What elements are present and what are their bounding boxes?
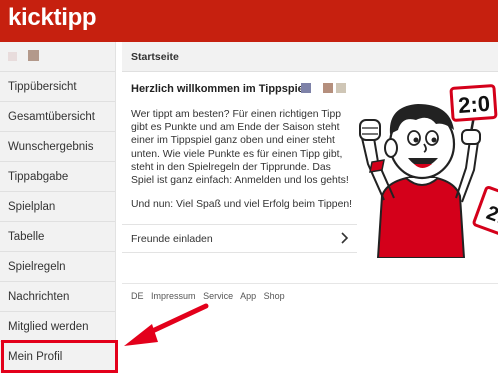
sidebar-item-gesamtuebersicht[interactable]: Gesamtübersicht: [0, 102, 115, 132]
chevron-right-icon: [341, 232, 349, 244]
sidebar-item-tippuebersicht[interactable]: Tippübersicht: [0, 72, 115, 102]
color-swatch-brown: [323, 83, 333, 93]
sidebar-item-nachrichten[interactable]: Nachrichten: [0, 282, 115, 312]
color-swatch-blue: [301, 83, 311, 93]
invite-friends-label: Freunde einladen: [131, 233, 213, 245]
welcome-heading: Herzlich willkommen im Tippspiel: [131, 83, 307, 95]
app-header: kicktipp: [0, 0, 498, 42]
color-swatch: [8, 52, 17, 61]
sidebar: Tippübersicht Gesamtübersicht Wunscherge…: [0, 42, 116, 373]
intro-line: Spiel ist ganz einfach: Anmelden und los…: [131, 175, 349, 187]
footer-link-app[interactable]: App: [240, 291, 256, 301]
sidebar-item-wunschergebnis[interactable]: Wunschergebnis: [0, 132, 115, 162]
page-title-bar: Startseite: [122, 42, 498, 72]
sidebar-item-spielregeln[interactable]: Spielregeln: [0, 252, 115, 282]
intro-line: steht in den Spielregeln der Tipprunde. …: [131, 161, 331, 173]
cheering-fan-illustration: 2:0 2:: [359, 84, 498, 258]
footer-divider: [122, 283, 498, 284]
intro-line: unten. Wie viele Punkte es für einen Tip…: [131, 148, 343, 160]
kicktipp-logo[interactable]: kicktipp: [8, 4, 97, 32]
footer-link-shop[interactable]: Shop: [264, 291, 285, 301]
intro-line: Wer tippt am besten? Für einen richtigen…: [131, 109, 342, 120]
intro-line: einer im Tippspiel ganz oben und einer s…: [131, 135, 335, 147]
intro-line: gibt es Punkte und am Ende der Saison st…: [131, 122, 340, 134]
avatar[interactable]: [28, 50, 39, 61]
page-title: Startseite: [131, 51, 179, 63]
invite-friends-row[interactable]: Freunde einladen: [122, 224, 357, 253]
sidebar-item-tippabgabe[interactable]: Tippabgabe: [0, 162, 115, 192]
sidebar-item-mitglied-werden[interactable]: Mitglied werden: [0, 312, 115, 342]
pointer-arrow: [124, 303, 209, 346]
sidebar-item-tabelle[interactable]: Tabelle: [0, 222, 115, 252]
intro-text: Wer tippt am besten? Für einen richtigen…: [131, 108, 359, 187]
score-sign-text: 2:0: [457, 91, 490, 118]
highlight-box: [1, 340, 118, 373]
color-swatch-grey: [336, 83, 346, 93]
closing-text: Und nun: Viel Spaß und viel Erfolg beim …: [131, 199, 353, 210]
sidebar-avatar-row: [0, 42, 115, 72]
sidebar-item-spielplan[interactable]: Spielplan: [0, 192, 115, 222]
